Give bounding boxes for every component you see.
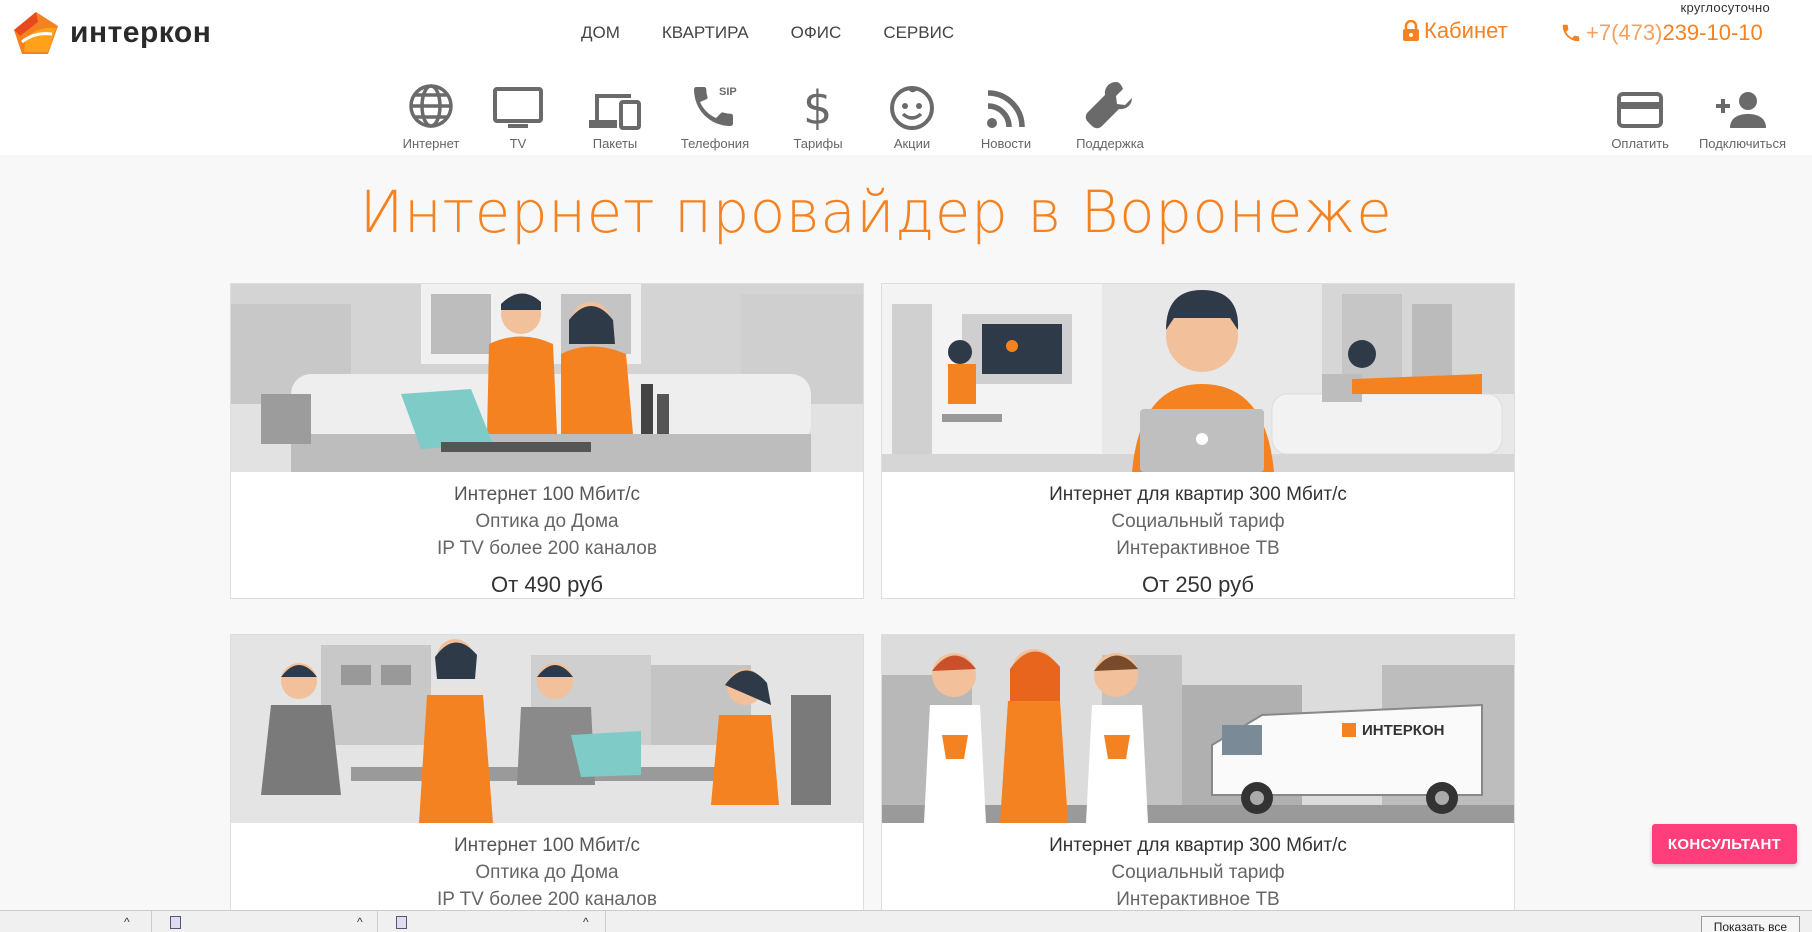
globe-icon [409,84,453,128]
card-price: От 490 руб [491,572,603,597]
tariff-card-office[interactable]: Интернет 100 Мбит/с Оптика до Дома IP TV… [230,634,864,924]
devices-icon [589,94,641,130]
service-label: Акции [893,136,931,151]
card-line: Социальный тариф [1111,862,1285,883]
service-label: Новости [980,136,1032,151]
service-icon-nav: Интернет TV Пакеты SIP Телефония $ Тариф… [394,72,1164,151]
pay-link[interactable]: Оплатить [1611,72,1669,151]
service-item-tv[interactable]: TV [468,72,568,151]
hours-note: круглосуточно [1680,0,1770,15]
team-van-illustration: ИНТЕРКОН [882,635,1514,823]
logo-text: интеркон [70,16,212,49]
tv-icon [493,87,543,128]
office-illustration [231,635,863,823]
card-features: Интернет для квартир 300 Мбит/с Социальн… [882,828,1514,913]
connect-label: Подключиться [1698,136,1786,151]
page-title: Интернет провайдер в Воронеже [359,178,1393,246]
nav-item-dom[interactable]: ДОМ [560,22,641,44]
dollar-icon: $ [803,81,832,130]
downloads-bar: ^ ^ ^ Показать все [0,910,1812,932]
service-label: TV [509,136,527,151]
file-icon [396,915,407,929]
svg-text:$: $ [803,81,832,130]
top-nav: ДОМ КВАРТИРА ОФИС СЕРВИС [560,22,975,44]
card-line: Оптика до Дома [475,862,619,883]
file-icon [170,915,181,929]
card-line: Социальный тариф [1111,511,1285,532]
card-features: Интернет 100 Мбит/с Оптика до Дома IP TV… [231,828,863,913]
tariff-card-apartment[interactable]: Интернет для квартир 300 Мбит/с Социальн… [881,283,1515,599]
phone-link[interactable]: +7(473) 239-10-10 [1560,20,1763,46]
tariff-card-service[interactable]: ИНТЕРКОН Интернет для квартир 300 Мбит/с… [881,634,1515,924]
card-line: Интернет 100 Мбит/с [454,835,640,856]
card-line: Интернет для квартир 300 Мбит/с [1049,835,1347,856]
download-item[interactable]: ^ [0,911,152,932]
service-item-support[interactable]: Поддержка [1056,72,1164,151]
account-icon-nav: Оплатить Подключиться [1611,72,1786,151]
phone-code: +7(473) [1586,20,1663,45]
service-item-packages[interactable]: Пакеты [568,72,662,151]
card-line: Интернет для квартир 300 Мбит/с [1049,484,1347,505]
consultant-button[interactable]: КОНСУЛЬТАНТ [1652,824,1797,864]
card-line: IP TV более 200 каналов [437,538,657,559]
phone-number: 239-10-10 [1662,20,1763,45]
service-item-telephony[interactable]: SIP Телефония [662,72,768,151]
card-features: Интернет для квартир 300 Мбит/с Социальн… [882,477,1514,562]
nav-item-servis[interactable]: СЕРВИС [862,22,975,44]
card-line: Оптика до Дома [475,511,619,532]
service-label: Тарифы [793,136,843,151]
pay-label: Оплатить [1611,136,1669,151]
service-item-internet[interactable]: Интернет [394,72,468,151]
chevron-up-icon: ^ [357,915,363,929]
cabinet-link[interactable]: Кабинет [1402,18,1508,44]
sip-phone-icon: SIP [694,86,737,126]
card-line: Интерактивное ТВ [1116,889,1280,910]
connect-link[interactable]: Подключиться [1699,72,1786,151]
wrench-icon [1085,82,1132,129]
service-label: Телефония [680,136,750,151]
card-price: От 250 руб [1142,572,1254,597]
show-all-downloads-button[interactable]: Показать все [1700,916,1800,932]
nav-item-kvartira[interactable]: КВАРТИРА [641,22,770,44]
download-item[interactable]: ^ [378,911,606,932]
card-line: IP TV более 200 каналов [437,889,657,910]
service-label: Интернет [402,136,460,151]
smiley-icon [890,86,934,130]
credit-card-icon [1617,92,1664,128]
card-line: Интерактивное ТВ [1116,538,1280,559]
service-item-news[interactable]: Новости [956,72,1056,151]
service-item-tariffs[interactable]: $ Тарифы [768,72,868,151]
van-brand-text: ИНТЕРКОН [1362,722,1444,739]
tariff-card-home[interactable]: Интернет 100 Мбит/с Оптика до Дома IP TV… [230,283,864,599]
chevron-up-icon: ^ [583,915,589,929]
cabinet-label: Кабинет [1424,18,1508,43]
service-label: Поддержка [1076,136,1144,151]
lock-icon [1403,20,1419,41]
svg-text:SIP: SIP [719,86,737,98]
nav-item-ofis[interactable]: ОФИС [770,22,863,44]
service-label: Пакеты [592,136,638,151]
phone-icon [1562,24,1580,42]
service-item-promos[interactable]: Акции [868,72,956,151]
contact-block: круглосуточно +7(473) 239-10-10 [1560,0,1800,50]
logo[interactable]: интеркон [8,8,211,58]
family-illustration [231,284,863,472]
card-features: Интернет 100 Мбит/с Оптика до Дома IP TV… [231,477,863,562]
card-line: Интернет 100 Мбит/с [454,484,640,505]
site-header: интеркон ДОМ КВАРТИРА ОФИС СЕРВИС Кабине… [0,0,1812,155]
logo-mark-icon [14,12,58,54]
add-user-icon [1716,92,1767,128]
chevron-up-icon: ^ [124,915,130,929]
apartment-illustration [882,284,1514,472]
download-item[interactable]: ^ [152,911,378,932]
rss-icon [987,90,1025,128]
